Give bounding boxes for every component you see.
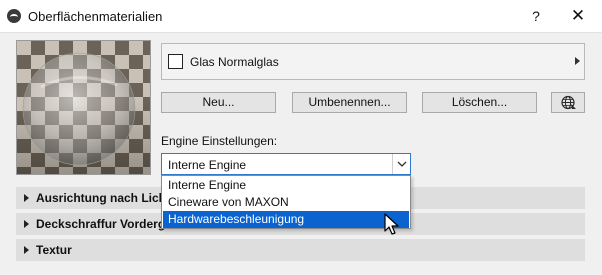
globe-icon (561, 95, 576, 110)
engine-option-hardware[interactable]: Hardwarebeschleunigung (163, 211, 409, 228)
section-label: Ausrichtung nach Licht (36, 191, 171, 205)
delete-button[interactable]: Löschen... (422, 92, 537, 113)
title-bar: Oberflächenmaterialien ? ✕ (0, 0, 602, 33)
help-button[interactable]: ? (524, 5, 548, 27)
material-swatch (168, 54, 183, 69)
engine-select[interactable]: Interne Engine (161, 153, 411, 175)
window-title: Oberflächenmaterialien (28, 9, 163, 24)
expand-triangle-icon (24, 246, 29, 254)
material-name: Glas Normalglas (190, 55, 279, 69)
expand-triangle-icon (24, 220, 29, 228)
section-label: Textur (36, 243, 72, 257)
chevron-right-icon (575, 57, 580, 65)
mouse-cursor-icon (384, 213, 402, 237)
app-logo-icon (7, 9, 21, 23)
expand-triangle-icon (24, 194, 29, 202)
chevron-down-icon (397, 161, 407, 167)
material-selector[interactable]: Glas Normalglas (161, 43, 585, 80)
section-label: Deckschraffur Vordergru (36, 217, 178, 231)
engine-settings-label: Engine Einstellungen: (161, 134, 278, 148)
new-button[interactable]: Neu... (161, 92, 276, 113)
globe-button[interactable] (551, 92, 585, 113)
engine-option-internal[interactable]: Interne Engine (163, 177, 409, 194)
material-preview (16, 40, 151, 175)
engine-select-value: Interne Engine (168, 158, 247, 172)
close-button[interactable]: ✕ (566, 5, 590, 27)
preview-image (17, 41, 150, 174)
section-texture[interactable]: Textur (16, 239, 585, 261)
engine-dropdown-list: Interne Engine Cineware von MAXON Hardwa… (161, 175, 411, 229)
engine-option-cineware[interactable]: Cineware von MAXON (163, 194, 409, 211)
rename-button[interactable]: Umbenennen... (292, 92, 407, 113)
engine-dropdown-button[interactable] (392, 154, 410, 174)
